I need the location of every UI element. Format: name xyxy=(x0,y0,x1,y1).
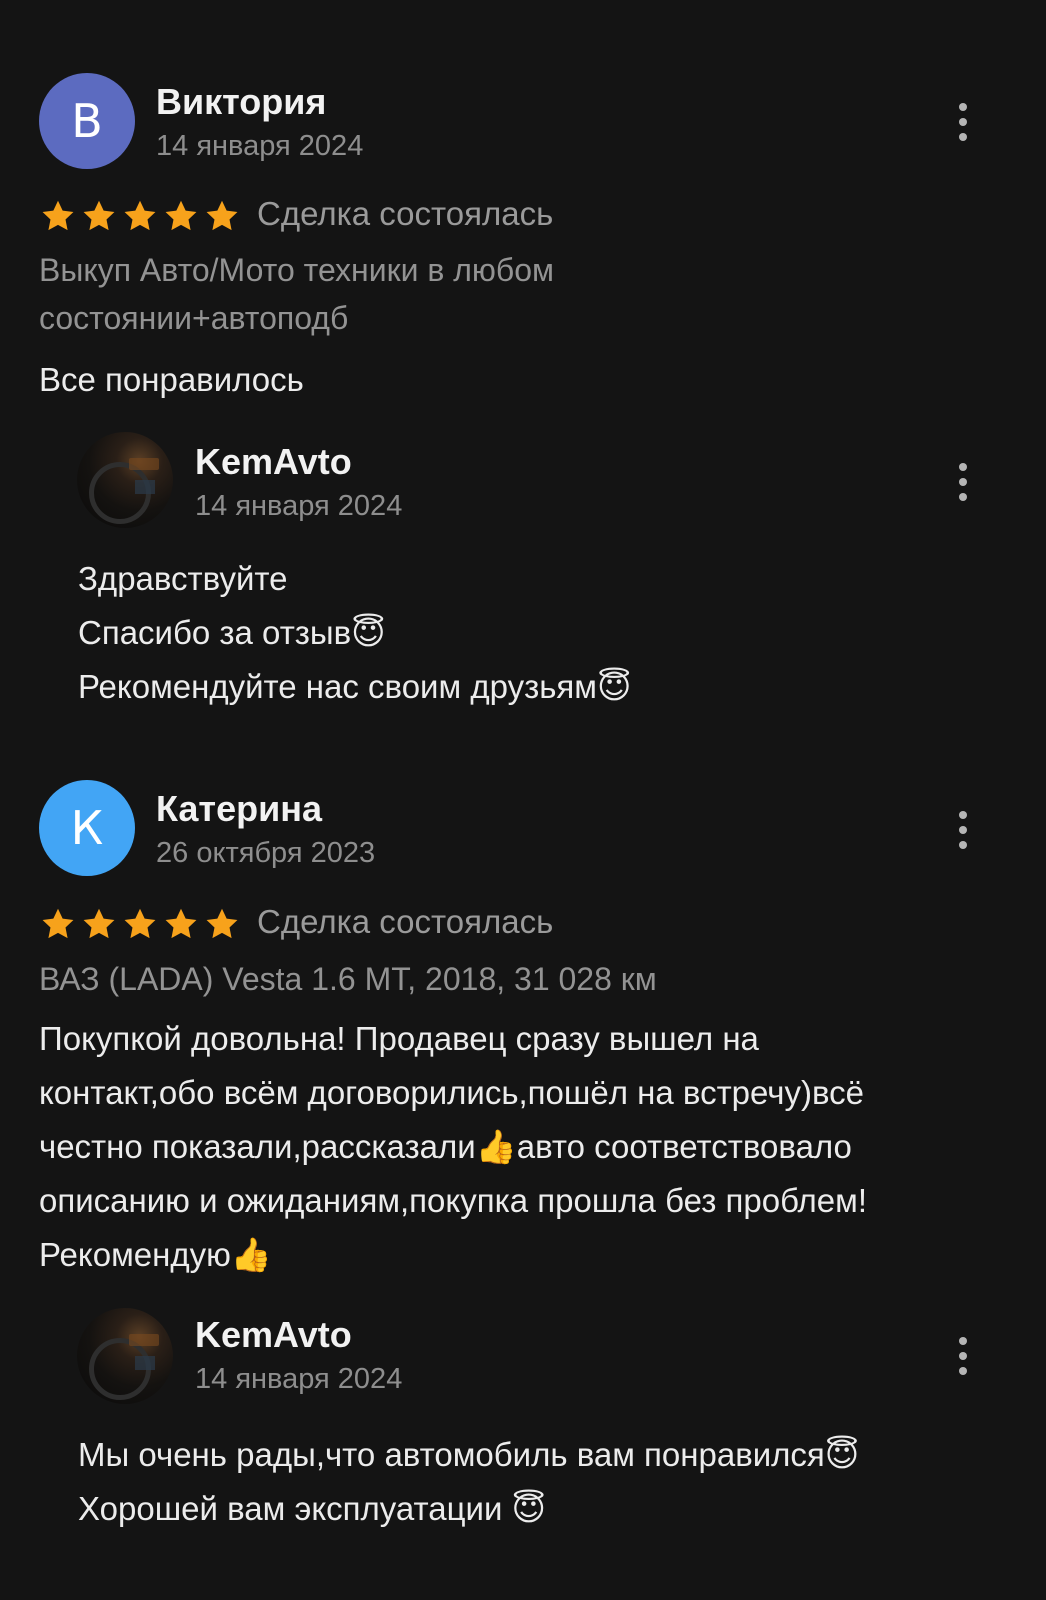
review-text-line: Покупкой довольна! Продавец сразу вышел … xyxy=(39,1020,759,1057)
review-text: Все понравилось xyxy=(39,361,304,398)
reply-line: Рекомендуйте нас своим друзьям😇 xyxy=(78,668,632,705)
deal-status: Сделка состоялась xyxy=(257,195,554,232)
seller-avatar[interactable] xyxy=(77,1308,173,1404)
listing-title-line: Выкуп Авто/Мото техники в любом xyxy=(39,252,555,288)
more-vertical-icon xyxy=(959,811,967,819)
more-vertical-icon xyxy=(959,103,967,111)
star-icon xyxy=(165,200,197,231)
reply-line: Спасибо за отзыв😇 xyxy=(78,614,386,651)
avatar[interactable]: В xyxy=(39,73,135,169)
star-icon xyxy=(42,908,74,939)
seller-name[interactable]: KemAvto xyxy=(195,1314,352,1356)
reply-text: Здравствуйте Спасибо за отзыв😇 Рекоменду… xyxy=(78,552,631,714)
more-vertical-icon xyxy=(959,463,967,471)
rating-stars xyxy=(40,906,240,942)
star-icon xyxy=(83,200,115,231)
star-icon xyxy=(206,908,238,939)
author-name[interactable]: Катерина xyxy=(156,788,322,830)
reply-date: 14 января 2024 xyxy=(195,490,403,522)
more-vertical-icon xyxy=(959,1337,967,1345)
star-icon xyxy=(42,200,74,231)
reply-more-options-button[interactable] xyxy=(943,1326,983,1386)
reply-text: Мы очень рады,что автомобиль вам понрави… xyxy=(78,1428,859,1536)
seller-avatar[interactable] xyxy=(77,432,173,528)
star-icon xyxy=(124,908,156,939)
reply-line: Мы очень рады,что автомобиль вам понрави… xyxy=(78,1436,860,1473)
star-icon xyxy=(124,200,156,231)
avatar[interactable]: К xyxy=(39,780,135,876)
reply-more-options-button[interactable] xyxy=(943,452,983,512)
review-text-line: честно показали,рассказали👍авто соответс… xyxy=(39,1128,852,1165)
reply-line: Здравствуйте xyxy=(78,560,288,597)
reply-date: 14 января 2024 xyxy=(195,1363,403,1395)
more-options-button[interactable] xyxy=(943,800,983,860)
listing-title-line: состоянии+автоподб xyxy=(39,300,349,336)
seller-name[interactable]: KemAvto xyxy=(195,441,352,483)
deal-status: Сделка состоялась xyxy=(257,903,554,940)
more-options-button[interactable] xyxy=(943,92,983,152)
star-icon xyxy=(165,908,197,939)
review-text: Покупкой довольна! Продавец сразу вышел … xyxy=(39,1012,867,1282)
avatar-initial: К xyxy=(70,801,104,855)
reply-line: Хорошей вам эксплуатации 😇 xyxy=(78,1490,546,1527)
listing-title[interactable]: Выкуп Авто/Мото техники в любом состояни… xyxy=(39,246,554,342)
rating-stars xyxy=(40,198,240,234)
author-name[interactable]: Виктория xyxy=(156,81,326,123)
review-text-line: контакт,обо всём договорились,пошёл на в… xyxy=(39,1074,864,1111)
star-icon xyxy=(83,908,115,939)
listing-title[interactable]: ВАЗ (LADA) Vesta 1.6 MT, 2018, 31 028 км xyxy=(39,955,657,1003)
review-date: 26 октября 2023 xyxy=(156,837,376,869)
star-icon xyxy=(206,200,238,231)
avatar-initial: В xyxy=(71,94,103,148)
review-text-line: описанию и ожиданиям,покупка прошла без … xyxy=(39,1182,867,1219)
review-text-line: Рекомендую👍 xyxy=(39,1236,272,1273)
review-date: 14 января 2024 xyxy=(156,130,364,162)
